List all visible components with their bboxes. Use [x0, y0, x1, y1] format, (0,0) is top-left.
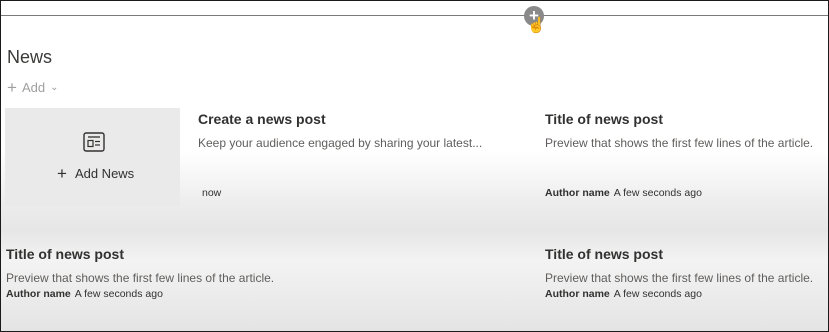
post-title[interactable]: Title of news post — [545, 246, 813, 262]
news-section-title: News — [7, 47, 53, 67]
post-title[interactable]: Title of news post — [6, 246, 274, 262]
add-news-card[interactable]: + Add News — [5, 108, 180, 206]
plus-icon: + — [57, 164, 67, 183]
page-canvas: + ☝ News + Add ⌄ + Add News Create a new… — [0, 0, 829, 332]
post-preview: Preview that shows the first few lines o… — [545, 136, 814, 150]
post-meta: Author name A few seconds ago — [545, 288, 813, 300]
post-meta: now — [202, 187, 482, 199]
post-title[interactable]: Title of news post — [545, 111, 813, 127]
post-meta: Author name A few seconds ago — [545, 187, 813, 199]
post-author: Author name — [545, 288, 610, 300]
add-news-button[interactable]: + Add News — [57, 164, 135, 183]
post-preview: Preview that shows the first few lines o… — [6, 271, 275, 285]
chevron-down-icon: ⌄ — [50, 82, 59, 93]
news-post[interactable]: Title of news post Preview that shows th… — [6, 246, 274, 300]
post-author: Author name — [6, 288, 71, 300]
post-author: Author name — [545, 187, 610, 199]
post-time: A few seconds ago — [613, 288, 702, 300]
post-title[interactable]: Create a news post — [198, 111, 482, 127]
post-preview: Preview that shows the first few lines o… — [545, 271, 814, 285]
newspaper-icon — [83, 132, 105, 152]
add-menu-button[interactable]: + Add ⌄ — [7, 78, 59, 97]
add-menu-label: Add — [21, 80, 46, 95]
post-time: now — [202, 187, 222, 199]
section-divider — [1, 15, 828, 16]
hand-pointer-icon: ☝ — [527, 17, 546, 34]
post-preview: Keep your audience engaged by sharing yo… — [198, 136, 483, 150]
plus-icon: + — [7, 78, 17, 97]
news-post[interactable]: Title of news post Preview that shows th… — [545, 246, 813, 300]
post-time: A few seconds ago — [613, 187, 702, 199]
news-post[interactable]: Title of news post Preview that shows th… — [545, 111, 813, 199]
add-news-label: Add News — [74, 166, 135, 181]
post-meta: Author name A few seconds ago — [6, 288, 274, 300]
post-time: A few seconds ago — [74, 288, 163, 300]
news-post-create[interactable]: Create a news post Keep your audience en… — [198, 111, 482, 199]
